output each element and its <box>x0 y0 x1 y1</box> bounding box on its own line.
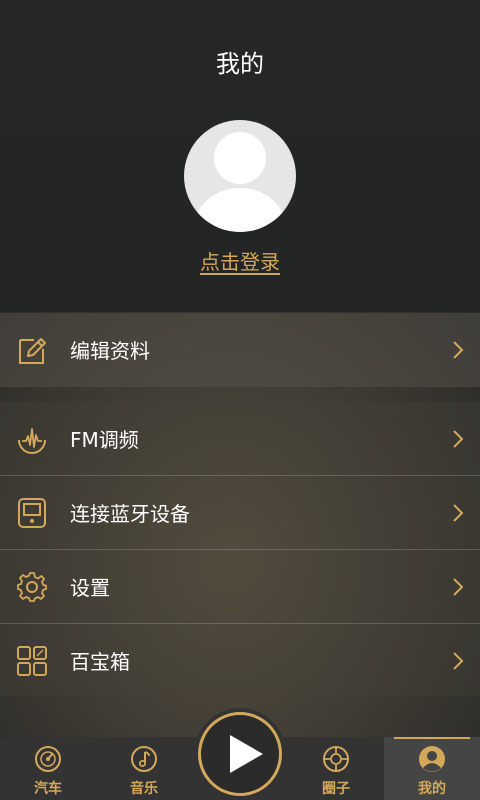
music-note-icon <box>131 746 157 772</box>
tab-mine[interactable]: 我的 <box>384 737 480 800</box>
avatar[interactable] <box>184 120 296 232</box>
menu-item-label: 连接蓝牙设备 <box>70 502 190 526</box>
tab-car[interactable]: 汽车 <box>0 737 96 800</box>
menu-group-functions: FM调频 连接蓝牙设备 设置 百宝箱 <box>0 402 480 696</box>
gear-icon <box>17 571 47 602</box>
tab-circle[interactable]: 圈子 <box>288 737 384 800</box>
chevron-right-icon <box>453 340 464 359</box>
menu-item-label: 百宝箱 <box>70 650 130 674</box>
play-button[interactable] <box>198 712 282 796</box>
menu-group-profile: 编辑资料 <box>0 313 480 387</box>
toolbox-grid-icon <box>17 645 47 676</box>
chevron-right-icon <box>453 503 464 522</box>
user-icon <box>419 746 445 772</box>
page-title: 我的 <box>216 50 264 78</box>
target-circle-icon <box>323 746 349 772</box>
tab-label: 我的 <box>418 781 446 797</box>
tab-label: 汽车 <box>34 781 62 797</box>
login-link[interactable]: 点击登录 <box>0 246 480 275</box>
menu-item-fm[interactable]: FM调频 <box>0 402 480 475</box>
profile-header: 我的 点击登录 <box>0 0 480 312</box>
menu-item-label: 设置 <box>70 576 110 600</box>
chevron-right-icon <box>453 577 464 596</box>
play-icon <box>230 735 263 773</box>
tab-label: 圈子 <box>322 781 350 797</box>
chevron-right-icon <box>453 429 464 448</box>
default-avatar-icon <box>194 132 286 232</box>
menu-item-label: FM调频 <box>70 428 139 452</box>
menu-item-toolbox[interactable]: 百宝箱 <box>0 623 480 697</box>
menu-item-bluetooth[interactable]: 连接蓝牙设备 <box>0 475 480 549</box>
tab-music[interactable]: 音乐 <box>96 737 192 800</box>
chevron-right-icon <box>453 651 464 670</box>
menu-item-edit-profile[interactable]: 编辑资料 <box>0 313 480 386</box>
fm-wave-icon <box>18 427 46 454</box>
speedometer-icon <box>35 746 61 772</box>
tab-label: 音乐 <box>130 781 158 797</box>
menu-item-settings[interactable]: 设置 <box>0 549 480 623</box>
menu-item-label: 编辑资料 <box>70 339 150 363</box>
bluetooth-device-icon <box>18 497 46 528</box>
edit-profile-icon <box>19 337 46 364</box>
